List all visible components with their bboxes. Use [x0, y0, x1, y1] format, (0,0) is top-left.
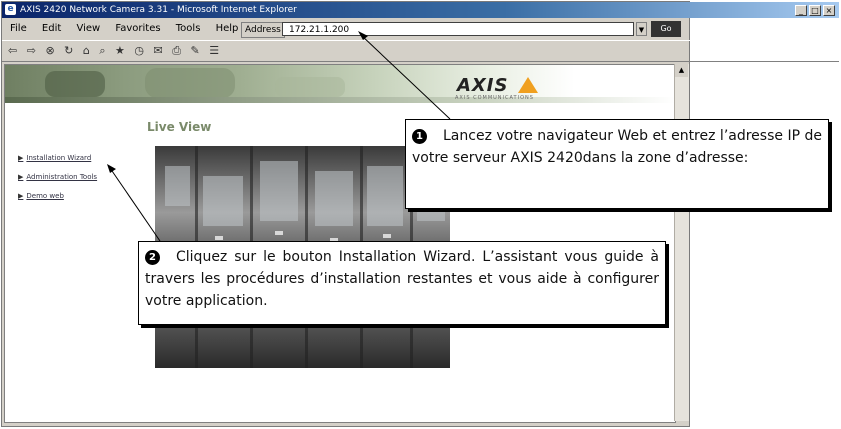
- home-icon[interactable]: ⌂: [83, 41, 90, 61]
- side-nav: ▶ Installation Wizard ▶ Administration Too…: [18, 154, 97, 211]
- maximize-button[interactable]: □: [809, 5, 821, 16]
- history-icon[interactable]: ◷: [134, 41, 144, 61]
- forward-icon[interactable]: ⇨: [27, 41, 36, 61]
- axis-logo: AXIS: [457, 75, 509, 96]
- callout-2-text: Cliquez sur le bouton Installation Wizar…: [145, 249, 659, 309]
- title-bar: e AXIS 2420 Network Camera 3.31 - Micros…: [2, 2, 839, 18]
- refresh-icon[interactable]: ↻: [64, 41, 73, 61]
- nav-administration-tools[interactable]: ▶ Administration Tools: [18, 173, 97, 181]
- header-banner: [5, 65, 675, 103]
- page-title: Live View: [147, 120, 212, 134]
- axis-tagline: AXIS COMMUNICATIONS: [455, 95, 534, 101]
- step-1-badge: 1: [412, 129, 427, 144]
- vertical-scrollbar[interactable]: ▲: [674, 64, 689, 421]
- menu-tools[interactable]: Tools: [176, 23, 201, 34]
- print-icon[interactable]: ⎙: [172, 41, 181, 61]
- toolbar: ⇦ ⇨ ⊗ ↻ ⌂ ⌕ ★ ◷ ✉ ⎙ ✎ ☰: [2, 40, 839, 62]
- search-icon[interactable]: ⌕: [99, 41, 105, 61]
- ie-logo-icon: e: [5, 4, 16, 15]
- address-label: Address: [241, 22, 285, 38]
- callout-step-1: 1 Lancez votre navigateur Web et entrez l…: [405, 119, 829, 209]
- nav-installation-wizard[interactable]: ▶ Installation Wizard: [18, 154, 97, 162]
- favorites-icon[interactable]: ★: [115, 41, 125, 61]
- back-icon[interactable]: ⇦: [8, 41, 17, 61]
- close-button[interactable]: ×: [823, 5, 835, 16]
- go-button[interactable]: Go: [651, 21, 681, 37]
- window-title: AXIS 2420 Network Camera 3.31 - Microsof…: [20, 5, 297, 15]
- edit-icon[interactable]: ✎: [191, 41, 200, 61]
- axis-logo-triangle-icon: [518, 77, 538, 93]
- menu-file[interactable]: File: [10, 23, 27, 34]
- discuss-icon[interactable]: ☰: [209, 41, 219, 61]
- minimize-button[interactable]: _: [795, 5, 807, 16]
- mail-icon[interactable]: ✉: [154, 41, 163, 61]
- menu-favorites[interactable]: Favorites: [115, 23, 160, 34]
- scroll-up-icon[interactable]: ▲: [675, 64, 688, 77]
- callout-step-2: 2 Cliquez sur le bouton Installation Wiza…: [138, 241, 666, 325]
- step-2-badge: 2: [145, 250, 160, 265]
- stop-icon[interactable]: ⊗: [45, 41, 54, 61]
- menu-help[interactable]: Help: [216, 23, 239, 34]
- nav-demo-web[interactable]: ▶ Demo web: [18, 192, 97, 200]
- window-controls: _ □ ×: [795, 5, 835, 16]
- address-input[interactable]: 172.21.1.200: [282, 22, 634, 36]
- menu-view[interactable]: View: [76, 23, 100, 34]
- menu-edit[interactable]: Edit: [42, 23, 61, 34]
- callout-1-text: Lancez votre navigateur Web et entrez l’…: [412, 128, 822, 166]
- address-dropdown-icon[interactable]: ▼: [636, 22, 647, 36]
